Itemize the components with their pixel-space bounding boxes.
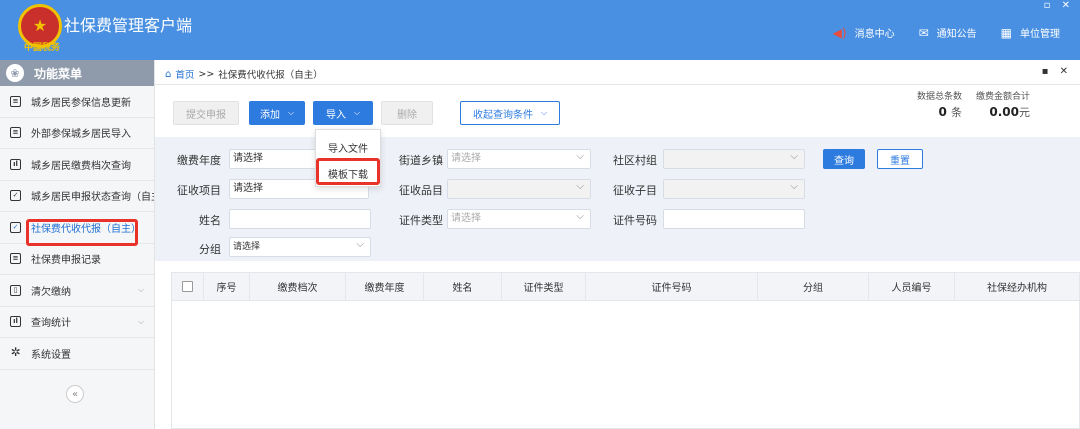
sidebar-item-declare-records[interactable]: ≡ 社保费申报记录 (0, 244, 154, 275)
menu-icon: ❀ (6, 64, 24, 82)
breadcrumb: ⌂ 首页 >> 社保费代收代报（自主） (165, 67, 323, 82)
chart-icon: ıl (10, 158, 21, 170)
building-icon: ▦ (1000, 25, 1012, 40)
breadcrumb-home[interactable]: 首页 (175, 67, 194, 81)
app-header: ★ 中国税务 社保费管理客户端 ▫ ✕ ◀) 消息中心 ✉ 通知公告 ▦ 单位管… (0, 0, 1080, 60)
window-controls[interactable]: ▫ ✕ (1044, 0, 1074, 11)
document-icon: ≡ (10, 253, 21, 265)
import-button[interactable]: 导入 ⌵ (313, 101, 373, 125)
home-icon: ⌂ (165, 68, 172, 80)
tab-controls[interactable]: ▪ ✕ (1042, 66, 1072, 77)
col-name[interactable]: 姓名 (424, 273, 502, 300)
highlight-box (316, 158, 380, 185)
notices-link[interactable]: ✉ 通知公告 (918, 25, 977, 41)
id-type-select[interactable]: 请选择 (447, 208, 591, 229)
speaker-icon: ◀) (832, 25, 847, 40)
edit-icon: ✓ (10, 221, 21, 233)
chevron-down-icon: ⌵ (287, 108, 295, 117)
col-agency[interactable]: 社保经办机构 (955, 273, 1079, 300)
col-person-id[interactable]: 人员编号 (869, 273, 955, 300)
col-group[interactable]: 分组 (758, 273, 869, 300)
highlight-box (26, 219, 138, 246)
sidebar-item-arrears-payment[interactable]: ▯ 清欠缴纳 ⌵ (0, 275, 154, 307)
sidebar-item-resident-info-update[interactable]: ≡ 城乡居民参保信息更新 (0, 86, 154, 118)
sidebar-item-status-query[interactable]: ✓ 城乡居民申报状态查询（自主） (0, 181, 154, 212)
chevron-down-icon: ⌵ (353, 108, 361, 117)
unit-management-link[interactable]: ▦ 单位管理 (1000, 25, 1060, 41)
document-icon: ≡ (10, 127, 21, 139)
import-file-option[interactable]: 导入文件 (316, 134, 380, 160)
street-select[interactable]: 请选择 (447, 148, 591, 169)
collect-category-select[interactable] (447, 178, 591, 199)
group-select[interactable]: 请选择 (229, 236, 371, 257)
chevron-down-icon: ⌵ (137, 316, 144, 326)
query-button[interactable]: 查询 (823, 149, 865, 169)
filter-panel: 缴费年度 请选择 街道乡镇 请选择 社区村组 查询 重置 征收项目 请选择 征收… (155, 137, 1080, 261)
amount-total: 缴费金额合计 0.00元 (975, 92, 1030, 119)
collapse-query-button[interactable]: 收起查询条件 ⌵ (460, 101, 560, 125)
mail-icon: ✉ (918, 25, 929, 40)
app-title: 社保费管理客户端 (64, 16, 193, 35)
message-center-link[interactable]: ◀) 消息中心 (832, 25, 895, 41)
name-input[interactable] (229, 209, 371, 229)
col-fee-level[interactable]: 缴费档次 (250, 273, 346, 300)
data-table: 序号 缴费档次 缴费年度 姓名 证件类型 证件号码 分组 人员编号 社保经办机构 (171, 272, 1080, 429)
select-all-cell (172, 273, 204, 300)
sidebar-item-fee-level-query[interactable]: ıl 城乡居民缴费档次查询 (0, 149, 154, 181)
col-id-number[interactable]: 证件号码 (586, 273, 758, 300)
bookmark-icon: ▯ (10, 284, 21, 296)
chart-icon: ıl (10, 316, 21, 328)
collect-subitem-select[interactable] (663, 178, 805, 199)
col-index[interactable]: 序号 (204, 273, 250, 300)
divider (155, 84, 1080, 85)
sidebar-header: ❀ 功能菜单 (0, 60, 154, 86)
add-button[interactable]: 添加 ⌵ (249, 101, 305, 125)
sidebar-item-query-stats[interactable]: ıl 查询统计 ⌵ (0, 307, 154, 338)
record-count: 数据总条数 0 条 (916, 92, 962, 119)
table-header: 序号 缴费档次 缴费年度 姓名 证件类型 证件号码 分组 人员编号 社保经办机构 (172, 273, 1079, 301)
village-select[interactable] (663, 148, 805, 169)
collapse-sidebar-button[interactable]: « (66, 385, 84, 403)
reset-button[interactable]: 重置 (877, 149, 923, 169)
edit-icon: ✓ (10, 190, 21, 202)
main-content: ⌂ 首页 >> 社保费代收代报（自主） ▪ ✕ 提交申报 添加 ⌵ 导入 ⌵ 删除 … (155, 60, 1080, 429)
summary-stats: 数据总条数 0 条 缴费金额合计 0.00元 (917, 89, 1030, 120)
breadcrumb-current: 社保费代收代报（自主） (218, 70, 323, 81)
sidebar-item-system-settings[interactable]: ✲ 系统设置 (0, 338, 154, 370)
header-actions: ◀) 消息中心 ✉ 通知公告 ▦ 单位管理 (832, 25, 1060, 41)
select-all-checkbox[interactable] (182, 281, 193, 292)
col-fee-year[interactable]: 缴费年度 (346, 273, 424, 300)
submit-declare-button[interactable]: 提交申报 (173, 101, 239, 125)
col-id-type[interactable]: 证件类型 (502, 273, 586, 300)
sidebar-item-external-import[interactable]: ≡ 外部参保城乡居民导入 (0, 118, 154, 149)
chevron-down-icon: ⌵ (540, 108, 548, 117)
list-icon: ≡ (10, 95, 21, 107)
id-number-input[interactable] (663, 209, 805, 229)
chevron-down-icon: ⌵ (137, 285, 144, 294)
delete-button[interactable]: 删除 (381, 101, 433, 125)
gear-icon: ✲ (10, 344, 21, 359)
logo-text: 中国税务 (23, 43, 60, 53)
